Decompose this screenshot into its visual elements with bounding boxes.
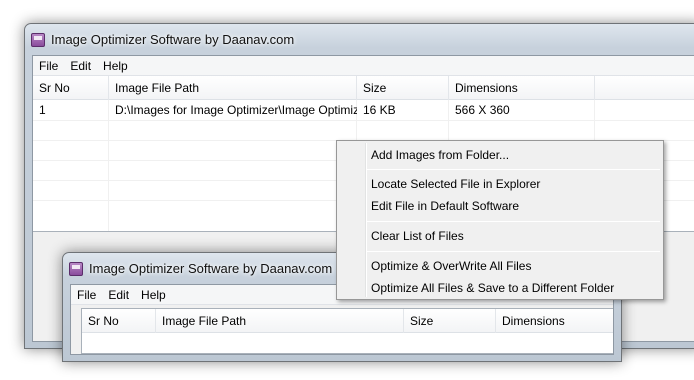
menu-file[interactable]: File [33, 56, 64, 76]
menu-item-clear-list[interactable]: Clear List of Files [339, 225, 661, 247]
table-row[interactable]: 1 D:\Images for Image Optimizer\Image Op… [33, 100, 694, 120]
list-header: Sr No Image File Path Size Dimensions [82, 309, 613, 333]
column-header-dimensions[interactable]: Dimensions [496, 309, 621, 333]
menu-separator [367, 169, 660, 170]
list-header: Sr No Image File Path Size Dimensions [33, 76, 694, 100]
menu-file[interactable]: File [71, 285, 102, 305]
cell-sr-no: 1 [39, 103, 46, 117]
menu-edit[interactable]: Edit [102, 285, 135, 305]
menu-item-locate-in-explorer[interactable]: Locate Selected File in Explorer [339, 173, 661, 195]
menu-edit[interactable]: Edit [64, 56, 97, 76]
column-header-dimensions[interactable]: Dimensions [449, 76, 595, 100]
menu-item-optimize-save-different-folder[interactable]: Optimize All Files & Save to a Different… [339, 277, 661, 299]
menu-item-edit-in-default-software[interactable]: Edit File in Default Software [339, 195, 661, 217]
window-title: Image Optimizer Software by Daanav.com [51, 32, 295, 47]
menu-separator [367, 221, 660, 222]
menu-item-optimize-overwrite[interactable]: Optimize & OverWrite All Files [339, 255, 661, 277]
main-titlebar[interactable]: Image Optimizer Software by Daanav.com [25, 24, 694, 55]
cell-image-file-path: D:\Images for Image Optimizer\Image Opti… [115, 103, 357, 117]
menu-help[interactable]: Help [135, 285, 172, 305]
column-header-sr-no[interactable]: Sr No [33, 76, 109, 100]
menu-help[interactable]: Help [97, 56, 134, 76]
menu-item-add-images-from-folder[interactable]: Add Images from Folder... [339, 144, 661, 166]
image-list-view[interactable]: Sr No Image File Path Size Dimensions [81, 308, 613, 354]
column-header-size[interactable]: Size [357, 76, 449, 100]
menu-separator [367, 251, 660, 252]
context-menu: Add Images from Folder... Locate Selecte… [336, 140, 664, 300]
cell-dimensions: 566 X 360 [455, 103, 510, 117]
window-title: Image Optimizer Software by Daanav.com [89, 261, 333, 276]
column-header-image-file-path[interactable]: Image File Path [109, 76, 357, 100]
floppy-disk-icon [31, 32, 45, 47]
floppy-disk-icon [69, 261, 83, 276]
cell-size: 16 KB [363, 103, 396, 117]
column-header-image-file-path[interactable]: Image File Path [156, 309, 404, 333]
menu-bar: File Edit Help [33, 56, 694, 76]
column-header-size[interactable]: Size [404, 309, 496, 333]
grid-line [33, 120, 694, 121]
column-header-sr-no[interactable]: Sr No [82, 309, 156, 333]
